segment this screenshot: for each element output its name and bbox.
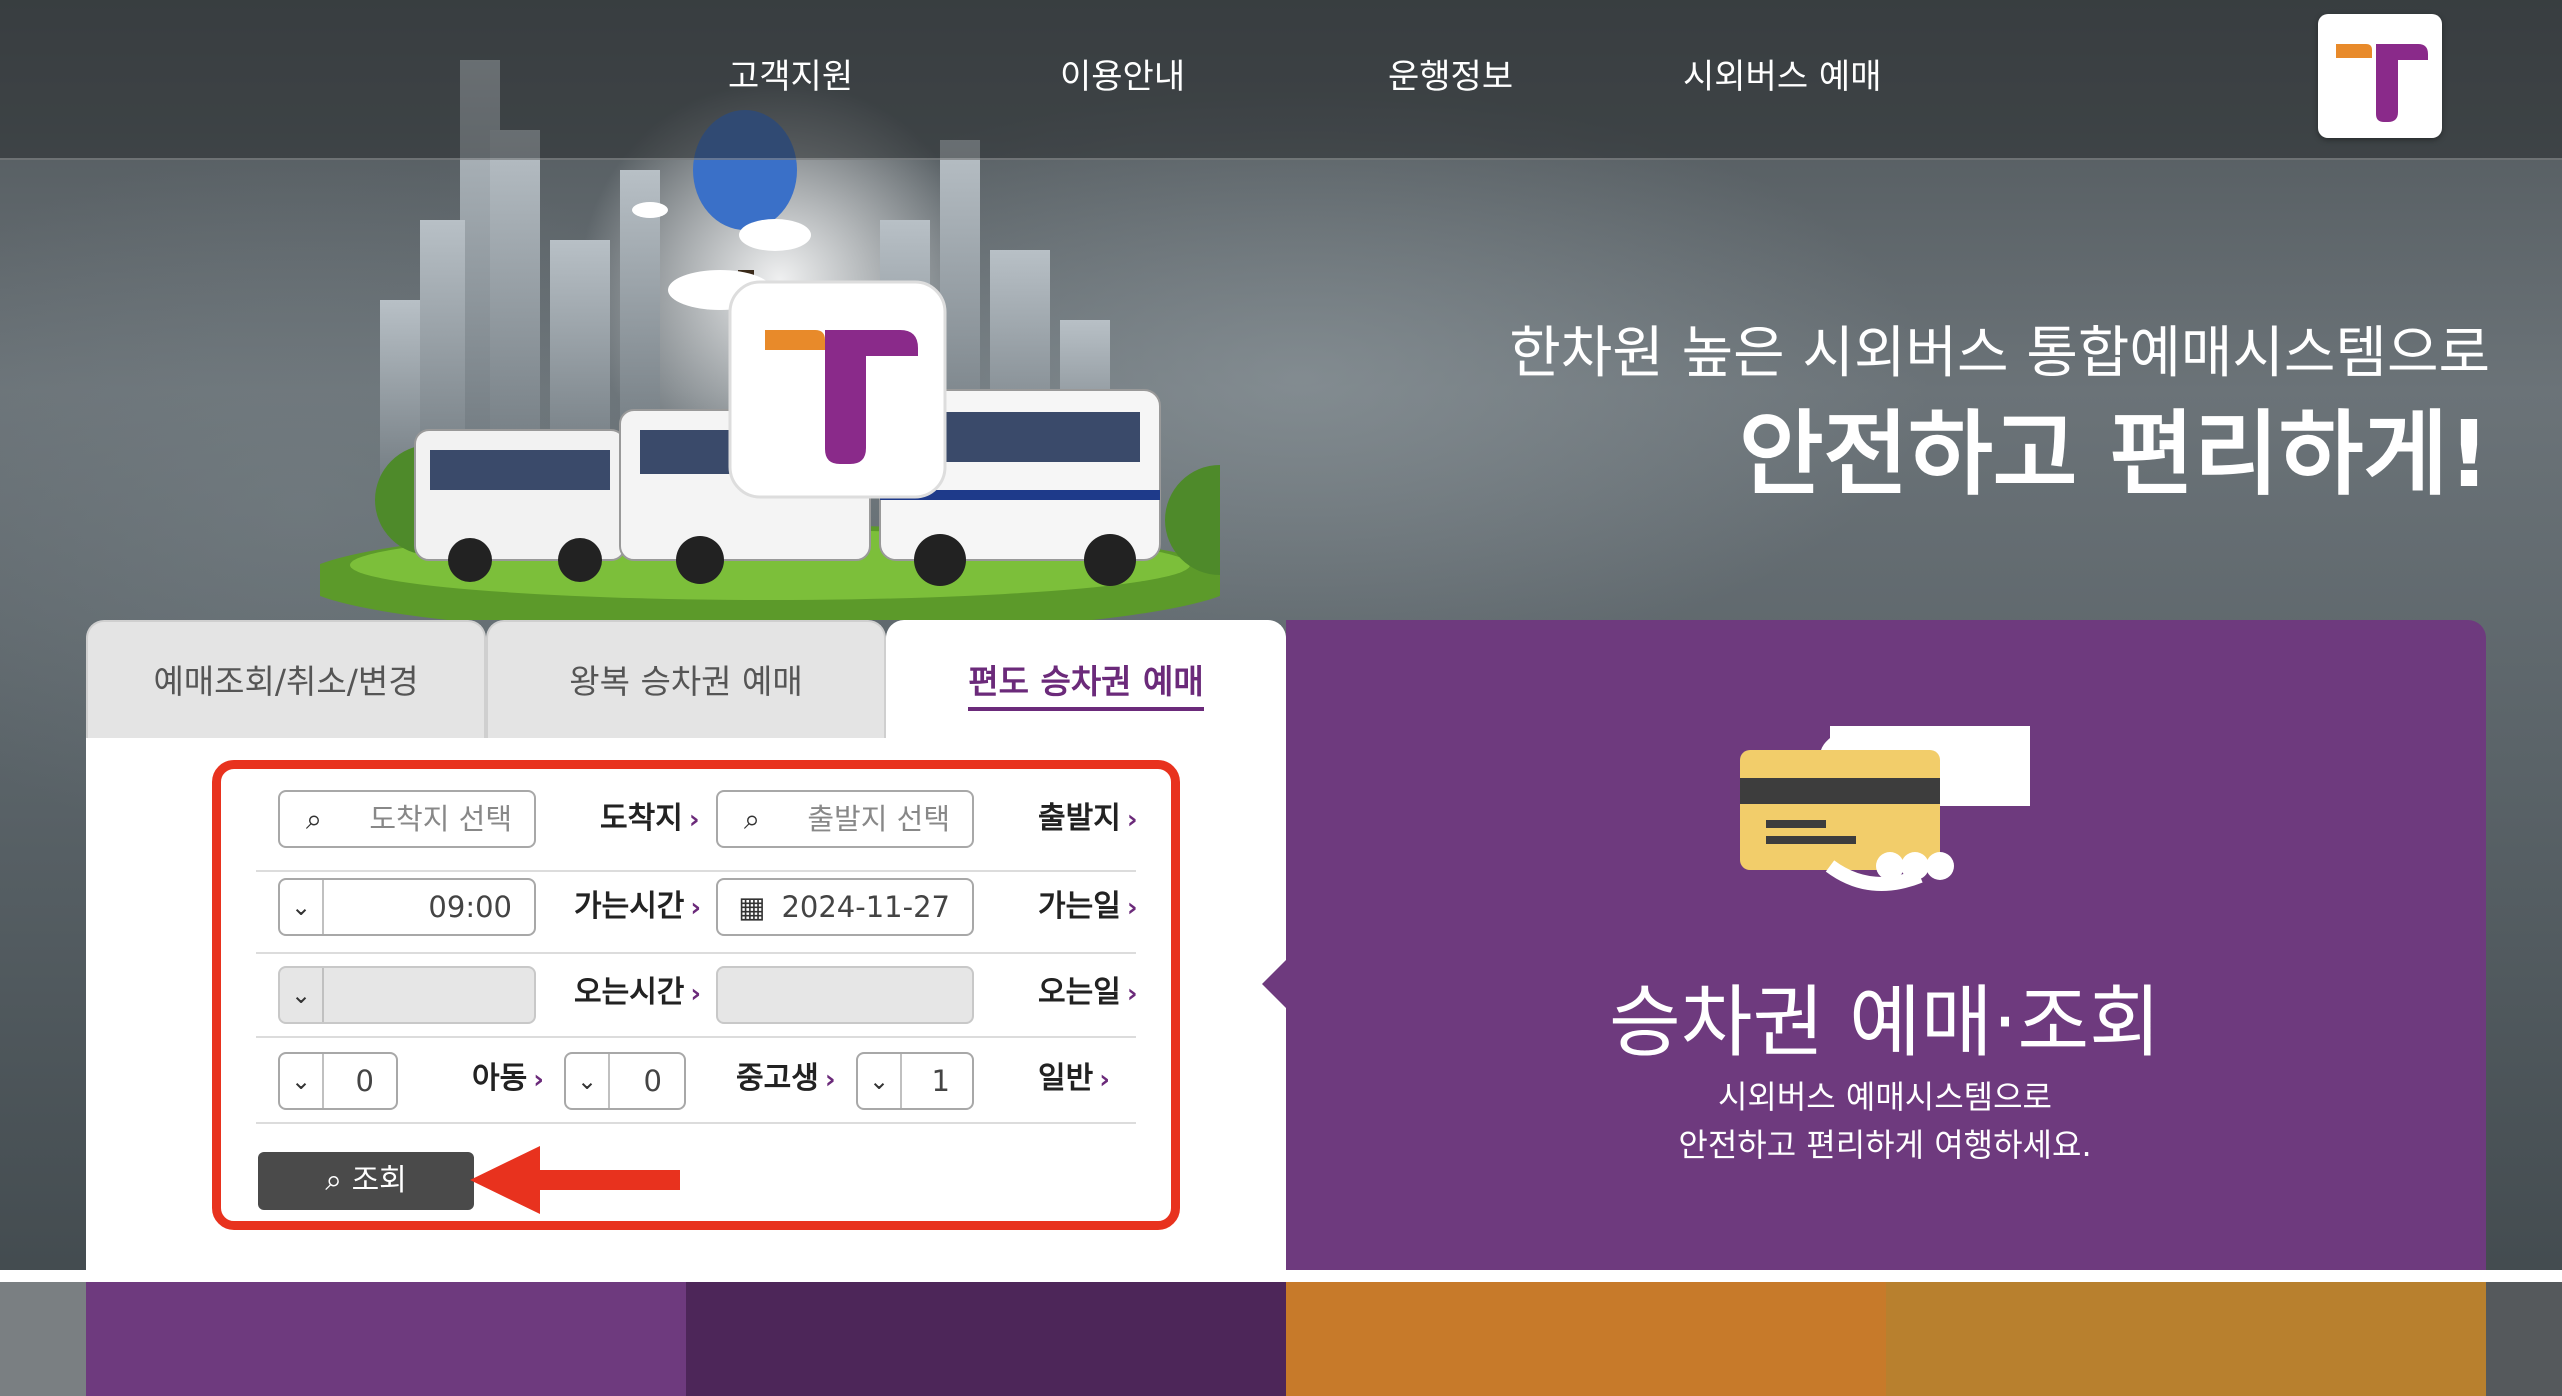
tab-label: 예매조회/취소/변경 [153, 662, 419, 701]
nav-service-info[interactable]: 운행정보 [1388, 52, 1513, 102]
nav-customer-support[interactable]: 고객지원 [728, 52, 853, 102]
bottom-tile[interactable] [1286, 1282, 1886, 1396]
hero-headline: 안전하고 편리하게! [1738, 401, 2490, 508]
tab-label: 편도 승차권 예매 [968, 662, 1204, 711]
bottom-photo [2486, 1282, 2562, 1396]
credit-card-hand-icon [1740, 726, 2030, 891]
tab-reservation-lookup[interactable]: 예매조회/취소/변경 [86, 620, 486, 740]
tab-label: 왕복 승차권 예매 [569, 662, 803, 701]
nav-bus-booking[interactable]: 시외버스 예매 [1683, 52, 1882, 102]
highlight-frame [212, 760, 1180, 1230]
bottom-photo [0, 1282, 86, 1396]
logo-icon [2336, 44, 2428, 122]
info-title: 승차권 예매·조회 [1609, 978, 2161, 1068]
info-subtitle-line1: 시외버스 예매시스템으로 [1717, 1078, 2052, 1116]
nav-usage-guide[interactable]: 이용안내 [1060, 52, 1185, 102]
hero-subtitle: 한차원 높은 시외버스 통합예매시스템으로 [1509, 321, 2490, 386]
bottom-tile[interactable] [1886, 1282, 2486, 1396]
tab-oneway-booking[interactable]: 편도 승차권 예매 [886, 620, 1286, 740]
top-navigation-bar: 고객지원 이용안내 운행정보 시외버스 예매 [0, 0, 2562, 160]
info-subtitle-line2: 안전하고 편리하게 여행하세요. [1678, 1126, 2092, 1164]
bottom-tile[interactable] [86, 1282, 686, 1396]
site-logo[interactable] [2318, 14, 2442, 138]
bottom-tile[interactable] [686, 1282, 1286, 1396]
tab-roundtrip-booking[interactable]: 왕복 승차권 예매 [486, 620, 886, 740]
arrow-pointer-icon [470, 1146, 680, 1214]
panel-notch [1262, 958, 1288, 1010]
